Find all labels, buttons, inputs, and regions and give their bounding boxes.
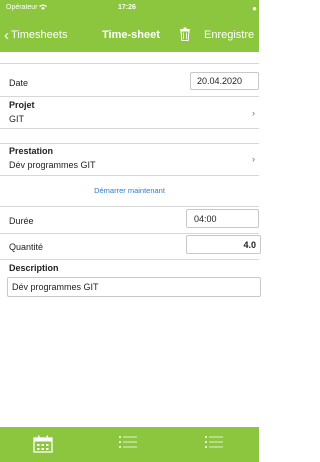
projet-value: GIT — [9, 114, 24, 124]
description-field[interactable]: Dév programmes GIT — [7, 277, 261, 297]
status-time: 17:26 — [118, 4, 136, 11]
status-bar: Opérateur 17:26 ● — [0, 0, 259, 17]
trash-icon[interactable] — [179, 27, 191, 41]
timesheet-form: Date 20.04.2020 Projet GIT › Prestation … — [0, 52, 261, 427]
divider — [0, 128, 259, 129]
chevron-left-icon: ‹ — [4, 26, 9, 44]
quantite-value: 4.0 — [243, 239, 256, 250]
app-header: Opérateur 17:26 ● ‹ Timesheets Time-shee… — [0, 0, 259, 52]
date-value: 20.04.2020 — [197, 76, 243, 86]
save-button[interactable]: Enregistre — [204, 29, 254, 41]
list-icon — [119, 436, 137, 448]
tab-bar — [0, 427, 259, 462]
start-now-link[interactable]: Démarrer maintenant — [0, 186, 259, 195]
prestation-label: Prestation — [9, 146, 54, 156]
quantite-label: Quantité — [9, 242, 44, 252]
divider — [0, 175, 259, 176]
status-carrier: Opérateur — [6, 4, 48, 11]
tab-calendar[interactable] — [0, 427, 86, 462]
date-label: Date — [9, 78, 29, 88]
divider — [0, 96, 259, 97]
quantite-field[interactable]: 4.0 — [186, 235, 261, 254]
list-icon — [205, 436, 223, 448]
wifi-icon — [39, 4, 48, 11]
tab-list-1[interactable] — [86, 427, 172, 462]
description-value: Dév programmes GIT — [12, 282, 99, 292]
duree-field[interactable]: 04:00 — [186, 209, 259, 228]
date-field[interactable]: 20.04.2020 — [190, 72, 259, 90]
chevron-right-icon: › — [252, 108, 255, 118]
duree-label: Durée — [9, 216, 34, 226]
prestation-value: Dév programmes GIT — [9, 160, 96, 170]
back-label: Timesheets — [11, 29, 68, 41]
projet-label: Projet — [9, 100, 35, 110]
chevron-right-icon: › — [252, 154, 255, 164]
divider — [0, 143, 259, 144]
duree-value: 04:00 — [194, 213, 217, 224]
page-title: Time-sheet — [102, 29, 160, 41]
description-label: Description — [9, 263, 59, 273]
calendar-icon — [33, 435, 53, 453]
divider — [0, 206, 259, 207]
nav-bar: ‹ Timesheets Time-sheet Enregistre — [0, 17, 259, 52]
divider — [0, 233, 259, 234]
battery-icon: ● — [252, 4, 257, 13]
tab-list-2[interactable] — [172, 427, 258, 462]
divider — [0, 259, 259, 260]
divider — [0, 63, 259, 64]
back-button[interactable]: ‹ Timesheets — [4, 26, 68, 44]
